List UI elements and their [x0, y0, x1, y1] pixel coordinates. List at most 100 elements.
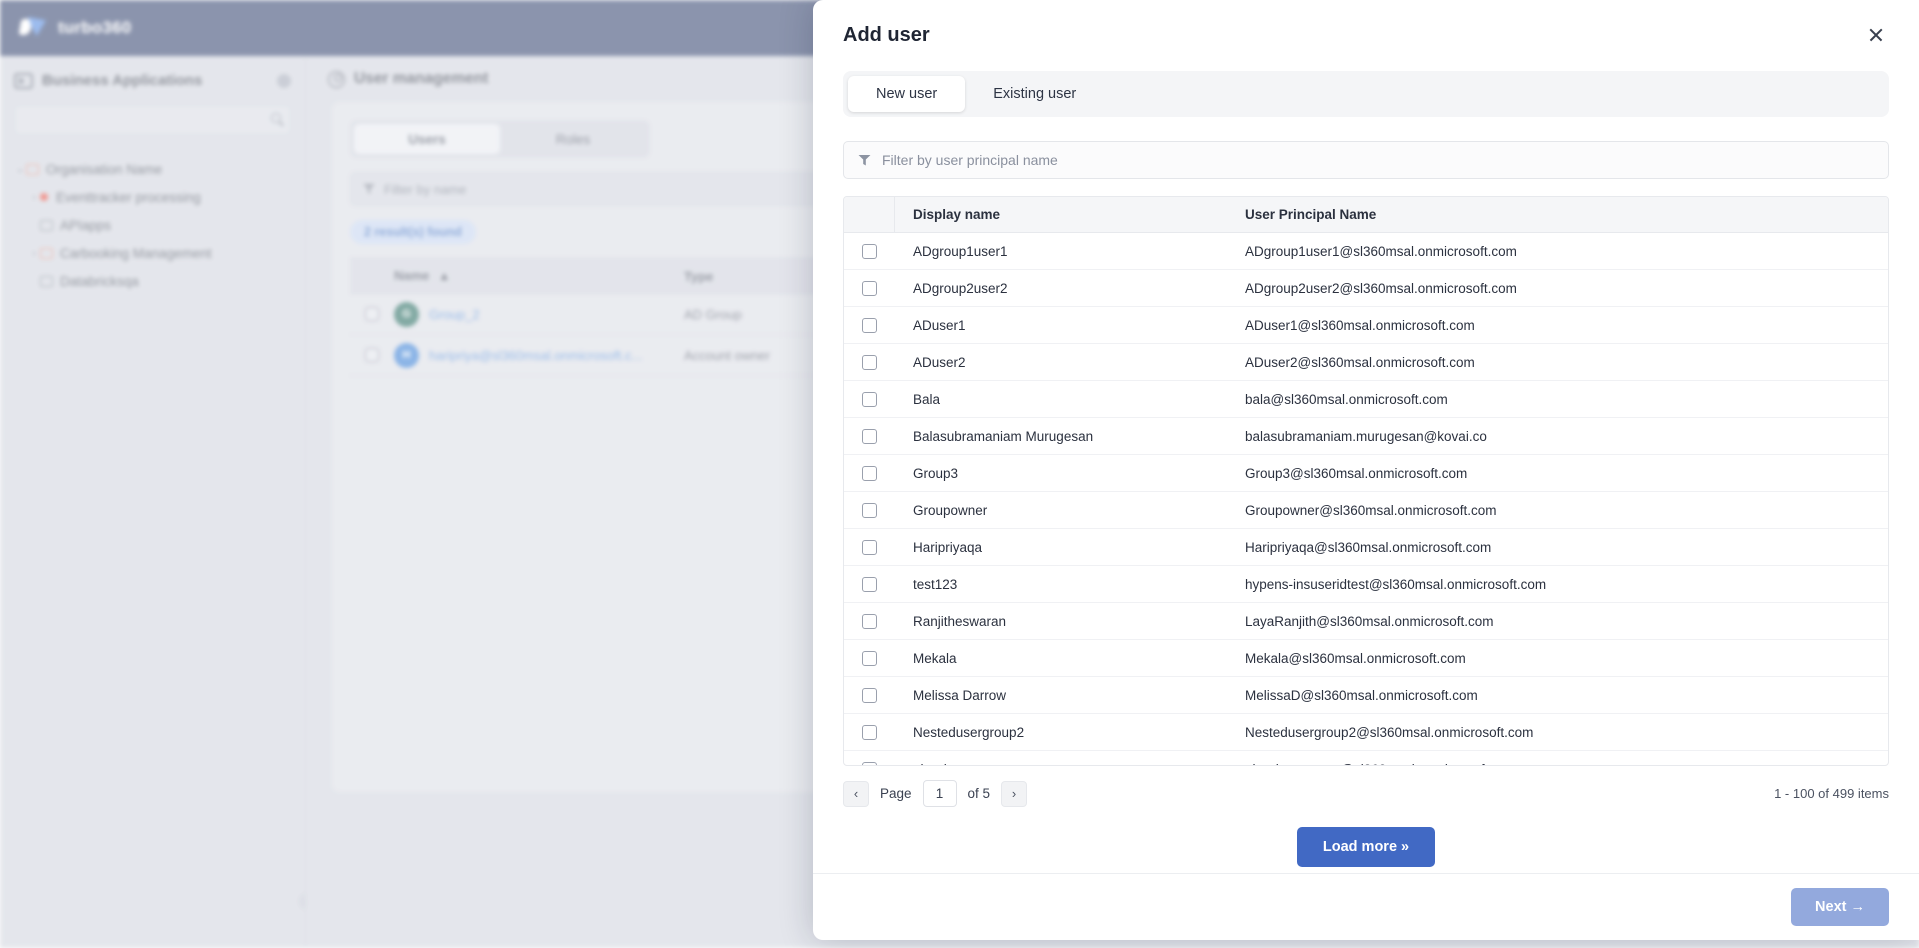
cell-display-name: ADgroup2user2 — [913, 280, 1008, 296]
row-checkbox-cell — [844, 317, 895, 333]
table-row[interactable]: Nestedusergroup2 Nestedusergroup2@sl360ms… — [844, 714, 1888, 751]
cell-display-name: ADuser2 — [913, 354, 966, 370]
item-range-label: 1 - 100 of 499 items — [1774, 786, 1889, 801]
cell-display-name: test123 — [913, 576, 958, 592]
table-row[interactable]: Melissa Darrow MelissaD@sl360msal.onmicro… — [844, 677, 1888, 714]
cell-user-principal-name: balasubramaniam.murugesan@kovai.co — [1245, 428, 1487, 444]
cell-user-principal-name: ADgroup2user2@sl360msal.onmicrosoft.com — [1245, 280, 1517, 296]
table-row[interactable]: test123 hypens-insuseridtest@sl360msal.on… — [844, 566, 1888, 603]
close-icon[interactable] — [1863, 22, 1889, 48]
next-page-button[interactable]: › — [1001, 780, 1028, 807]
column-header-display-name[interactable]: Display name — [895, 207, 1229, 222]
row-checkbox[interactable] — [862, 539, 877, 555]
table-row[interactable]: nhat-hoang.trannhat-hoang.tran@sl360msal… — [844, 751, 1888, 766]
cell-display-name: Ranjitheswaran — [913, 613, 1007, 629]
cell-user-principal-name: Nestedusergroup2@sl360msal.onmicrosoft.c… — [1245, 724, 1534, 740]
user-selection-table: Display name User Principal Name ADgroup… — [843, 196, 1889, 766]
row-checkbox[interactable] — [862, 428, 877, 444]
user-type-tabs: New user Existing user — [843, 71, 1889, 117]
row-checkbox[interactable] — [862, 317, 877, 333]
total-pages-label: of 5 — [967, 786, 991, 801]
cell-display-name: Balasubramaniam Murugesan — [913, 428, 1094, 444]
row-checkbox-cell — [844, 354, 895, 370]
cell-display-name: nhat-hoang.tran — [895, 762, 1229, 766]
column-header-user-principal-name[interactable]: User Principal Name — [1229, 207, 1376, 222]
funnel-icon — [858, 154, 871, 166]
cell-display-name: Group3 — [913, 465, 959, 481]
cell-user-principal-name: hypens-insuseridtest@sl360msal.onmicroso… — [1245, 576, 1547, 592]
tab-new-user[interactable]: New user — [848, 76, 966, 112]
table-row[interactable]: Haripriyaqa Haripriyaqa@sl360msal.onmicro… — [844, 529, 1888, 566]
row-checkbox-cell — [844, 539, 895, 555]
table-row[interactable]: Groupowner Groupowner@sl360msal.onmicroso… — [844, 492, 1888, 529]
user-table-body[interactable]: ADgroup1user1 ADgroup1user1@sl360msal.onm… — [844, 233, 1888, 766]
row-checkbox[interactable] — [862, 465, 877, 481]
cell-user-principal-name: nhat-hoang.tran@sl360msal.onmicrosoft.co… — [1229, 762, 1518, 766]
row-checkbox-cell — [844, 724, 895, 740]
row-checkbox[interactable] — [862, 354, 877, 370]
row-checkbox[interactable] — [862, 280, 877, 296]
cell-user-principal-name: Mekala@sl360msal.onmicrosoft.com — [1245, 650, 1466, 666]
page-number-input[interactable] — [922, 780, 957, 807]
modal-footer: Next → — [813, 873, 1919, 940]
add-user-modal: Add user New user Existing user Filter b… — [813, 0, 1919, 940]
row-checkbox[interactable] — [862, 576, 877, 592]
table-row[interactable]: ADuser2 ADuser2@sl360msal.onmicrosoft.com — [844, 344, 1888, 381]
previous-page-button[interactable]: ‹ — [843, 780, 869, 807]
load-more-button[interactable]: Load more » — [1296, 827, 1436, 867]
row-checkbox[interactable] — [862, 761, 877, 765]
row-checkbox[interactable] — [862, 650, 877, 666]
load-more-row: Load more » — [813, 827, 1919, 867]
cell-display-name: Haripriyaqa — [913, 539, 983, 555]
table-row[interactable]: ADuser1 ADuser1@sl360msal.onmicrosoft.com — [844, 307, 1888, 344]
row-checkbox[interactable] — [862, 502, 877, 518]
cell-user-principal-name: ADuser1@sl360msal.onmicrosoft.com — [1245, 317, 1475, 333]
row-checkbox-cell — [844, 280, 895, 296]
row-checkbox-cell — [844, 687, 895, 703]
row-checkbox-cell — [844, 428, 895, 444]
cell-display-name: Groupowner — [913, 502, 988, 518]
upn-filter-placeholder: Filter by user principal name — [882, 152, 1058, 168]
cell-user-principal-name: Groupowner@sl360msal.onmicrosoft.com — [1245, 502, 1497, 518]
modal-title: Add user — [843, 23, 930, 46]
table-row[interactable]: Group3 Group3@sl360msal.onmicrosoft.com — [844, 455, 1888, 492]
pagination-controls: ‹ Page of 5 › 1 - 100 of 499 items — [843, 780, 1889, 807]
table-row[interactable]: Bala bala@sl360msal.onmicrosoft.com — [844, 381, 1888, 418]
page-label: Page — [880, 786, 912, 801]
row-checkbox-cell — [844, 613, 895, 629]
row-checkbox[interactable] — [862, 391, 877, 407]
cell-display-name: Mekala — [913, 650, 957, 666]
cell-user-principal-name: LayaRanjith@sl360msal.onmicrosoft.com — [1245, 613, 1494, 629]
user-table-header: Display name User Principal Name — [844, 197, 1888, 233]
table-row[interactable]: ADgroup2user2 ADgroup2user2@sl360msal.onm… — [844, 270, 1888, 307]
row-checkbox[interactable] — [862, 243, 877, 259]
modal-header: Add user — [813, 0, 1919, 48]
row-checkbox-cell — [844, 650, 895, 666]
cell-user-principal-name: ADuser2@sl360msal.onmicrosoft.com — [1245, 354, 1475, 370]
next-button[interactable]: Next → — [1791, 888, 1889, 926]
tab-existing-user[interactable]: Existing user — [965, 76, 1104, 112]
cell-display-name: ADgroup1user1 — [913, 243, 1008, 259]
cell-display-name: ADuser1 — [913, 317, 966, 333]
table-row[interactable]: ADgroup1user1 ADgroup1user1@sl360msal.onm… — [844, 233, 1888, 270]
table-row[interactable]: Balasubramaniam Murugesan balasubramaniam… — [844, 418, 1888, 455]
row-checkbox-cell — [844, 465, 895, 481]
row-checkbox-cell — [844, 502, 895, 518]
header-checkbox-cell — [844, 197, 895, 233]
row-checkbox-cell — [844, 391, 895, 407]
row-checkbox[interactable] — [862, 613, 877, 629]
cell-display-name: Nestedusergroup2 — [913, 724, 1025, 740]
cell-user-principal-name: ADgroup1user1@sl360msal.onmicrosoft.com — [1245, 243, 1517, 259]
cell-display-name: Bala — [913, 391, 941, 407]
upn-filter-input[interactable]: Filter by user principal name — [843, 141, 1889, 179]
table-row[interactable]: Mekala Mekala@sl360msal.onmicrosoft.com — [844, 640, 1888, 677]
row-checkbox[interactable] — [862, 687, 877, 703]
cell-user-principal-name: Haripriyaqa@sl360msal.onmicrosoft.com — [1245, 539, 1492, 555]
row-checkbox-cell — [844, 576, 895, 592]
cell-display-name: Melissa Darrow — [913, 687, 1007, 703]
table-row[interactable]: Ranjitheswaran LayaRanjith@sl360msal.onmi… — [844, 603, 1888, 640]
cell-user-principal-name: bala@sl360msal.onmicrosoft.com — [1245, 391, 1448, 407]
cell-user-principal-name: Group3@sl360msal.onmicrosoft.com — [1245, 465, 1468, 481]
cell-user-principal-name: MelissaD@sl360msal.onmicrosoft.com — [1245, 687, 1478, 703]
row-checkbox[interactable] — [862, 724, 877, 740]
